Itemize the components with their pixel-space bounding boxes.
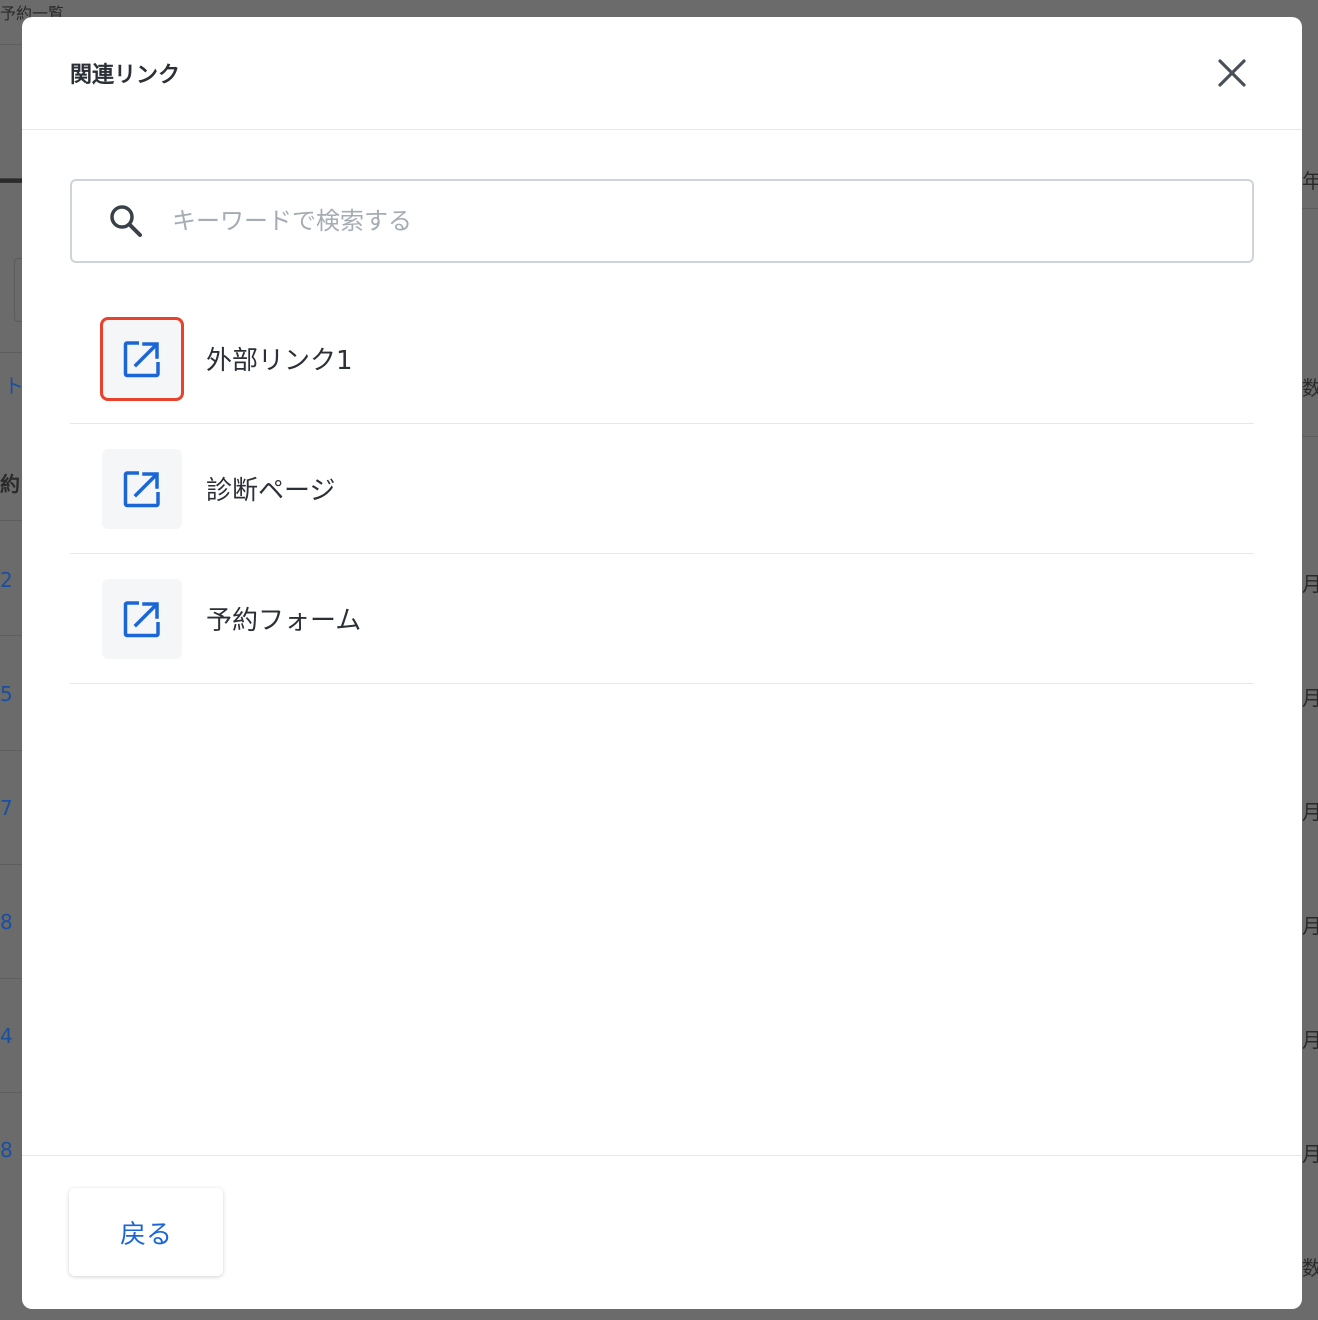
related-links-modal: 関連リンク 外部リンク1 [22,17,1302,1309]
close-icon [1218,59,1246,87]
bg-right-fragment: 月 [1302,1028,1318,1052]
list-item-label: 診断ページ [206,476,336,506]
row-id-fragment: 5 [0,682,13,706]
modal-title: 関連リンク [70,63,181,88]
row-id-fragment: 2 [0,568,13,592]
row-id-fragment: 8 [0,1138,13,1162]
tab-fragment: ト [4,374,24,398]
link-icon-button[interactable] [102,578,182,659]
row-id-fragment: 4 [0,1024,13,1048]
back-button[interactable]: 戻る [69,1188,223,1276]
bg-right-fragment: 数 [1302,376,1318,400]
row-id-fragment: 8 [0,910,13,934]
modal-footer: 戻る [22,1155,1302,1309]
list-item[interactable]: 外部リンク1 [70,294,1254,424]
bg-right-fragment: 月 [1302,914,1318,938]
search-box[interactable] [70,179,1254,263]
list-item[interactable]: 予約フォーム [70,554,1254,684]
column-header-fragment: 約 [0,472,20,496]
external-link-icon [123,340,160,377]
link-list: 外部リンク1 診断ページ 予約フォーム [70,294,1254,684]
bg-right-fragment: 数 [1302,1256,1318,1280]
list-item-label: 予約フォーム [206,606,362,636]
modal-header: 関連リンク [22,17,1302,130]
row-id-fragment: 7 [0,796,13,820]
bg-right-fragment: 月 [1302,686,1318,710]
list-item-label: 外部リンク1 [206,346,353,376]
bg-right-fragment: 年 [1302,169,1318,193]
bg-right-fragment: 月 [1302,800,1318,824]
close-button[interactable] [1212,53,1252,93]
bg-right-fragment: 月 [1302,1142,1318,1166]
bg-right-fragment: 月 [1302,572,1318,596]
search-icon [110,205,142,237]
link-icon-button[interactable] [102,448,182,529]
external-link-icon [123,470,160,507]
list-item[interactable]: 診断ページ [70,424,1254,554]
search-input[interactable] [172,207,1172,235]
external-link-icon [123,600,160,637]
link-icon-button[interactable] [100,316,184,401]
